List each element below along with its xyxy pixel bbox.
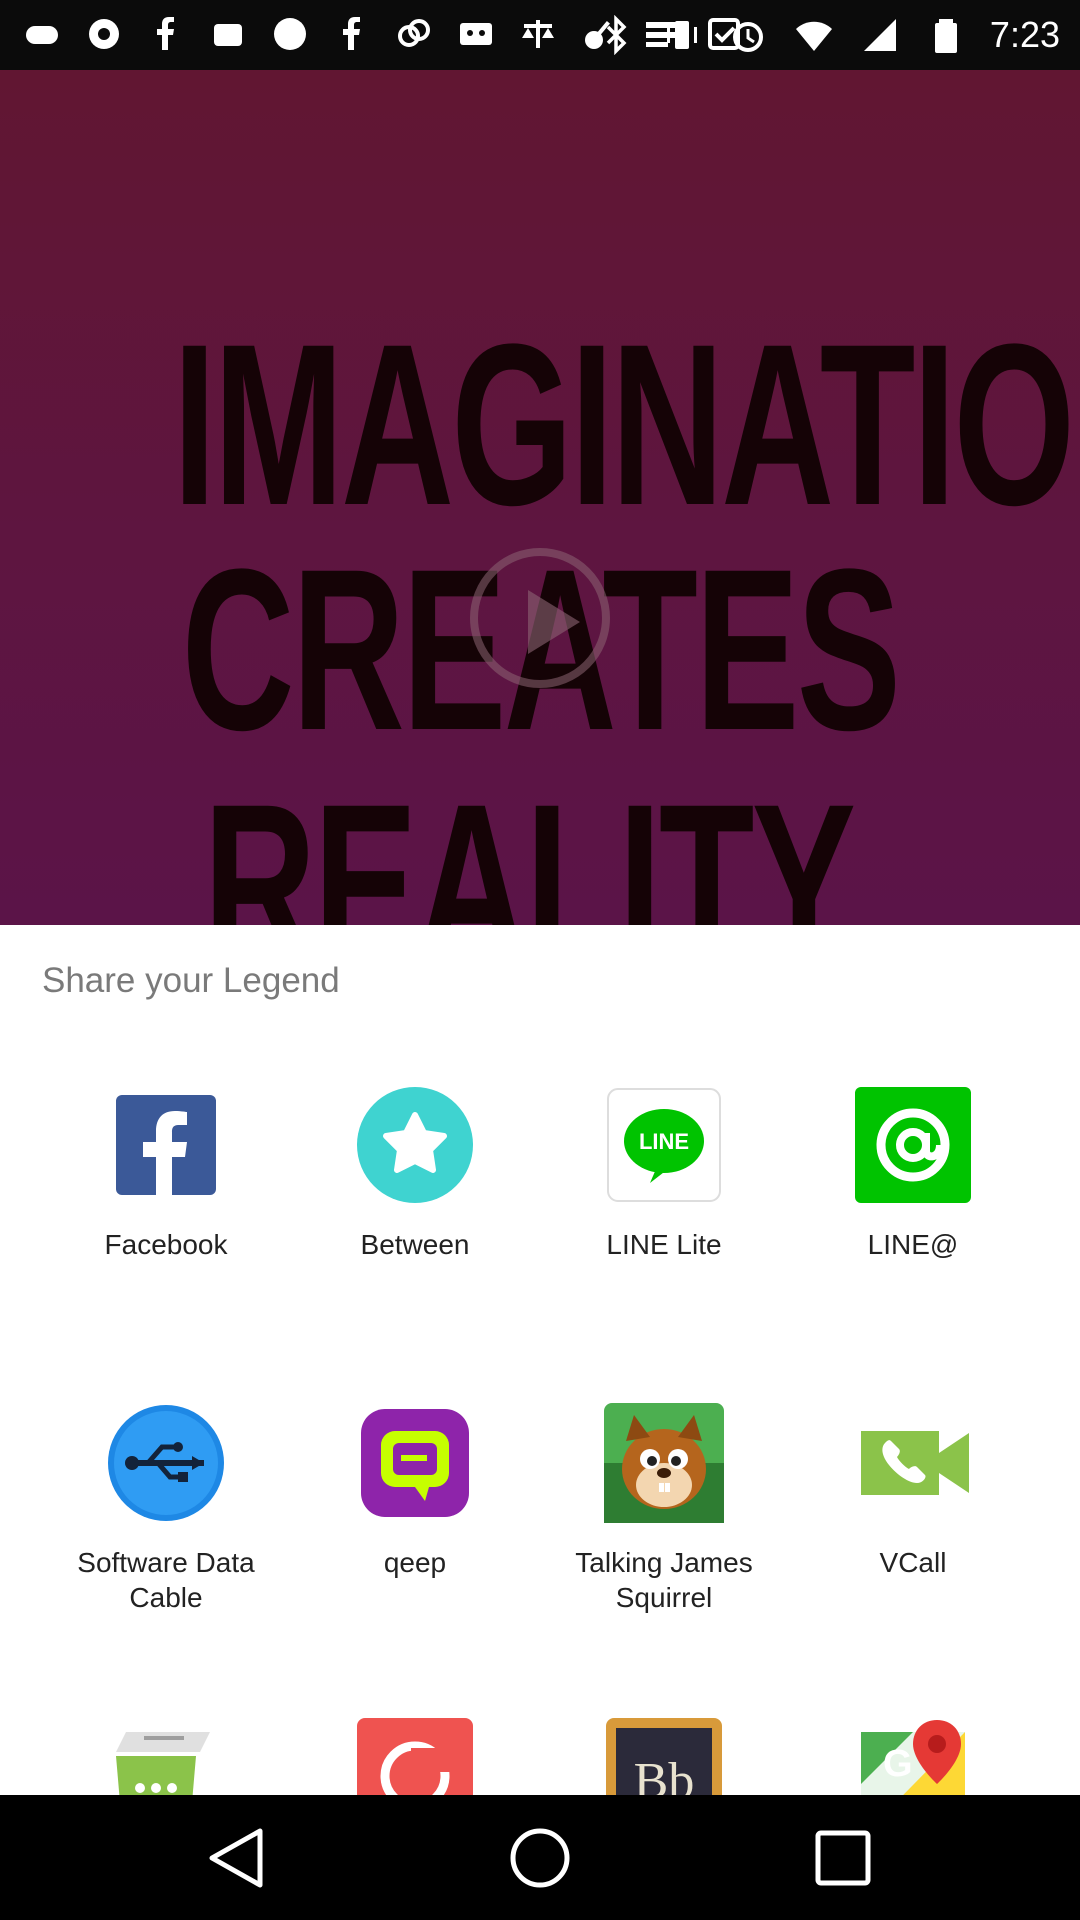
game-controller-icon xyxy=(20,14,64,54)
svg-text:LINE: LINE xyxy=(639,1129,689,1154)
cassette-icon xyxy=(454,14,498,54)
share-target-vcall[interactable]: VCall xyxy=(798,1403,1028,1580)
system-icons: 7:23 xyxy=(594,8,1060,62)
bluetooth-icon xyxy=(594,15,638,55)
back-icon[interactable] xyxy=(202,1825,272,1891)
recents-icon[interactable] xyxy=(808,1825,878,1891)
facebook-icon xyxy=(330,14,374,54)
steam-icon xyxy=(82,14,126,54)
app-label: Between xyxy=(360,1229,470,1260)
app-label: Talking James Squirrel xyxy=(575,1547,753,1613)
share-target-bb[interactable]: Bb xyxy=(549,1718,779,1795)
share-target-talking-james-squirrel[interactable]: Talking James Squirrel xyxy=(549,1403,779,1615)
qeep-icon xyxy=(355,1403,475,1523)
app-label: Facebook xyxy=(104,1229,228,1260)
signal-icon xyxy=(858,15,902,55)
clock: 7:23 xyxy=(989,14,1060,55)
app-label: qeep xyxy=(383,1547,447,1578)
poster-line: IMAGINATION xyxy=(172,296,1080,553)
share-target-between[interactable]: Between xyxy=(300,1085,530,1262)
vcall-icon xyxy=(853,1403,973,1523)
share-target-qeep[interactable]: qeep xyxy=(300,1403,530,1580)
facebook-icon xyxy=(106,1085,226,1205)
share-target-messaging[interactable] xyxy=(51,1718,281,1795)
home-icon[interactable] xyxy=(505,1825,575,1891)
share-target-line-lite[interactable]: LINE LINE Lite xyxy=(549,1085,779,1262)
vibrate-icon xyxy=(660,15,704,55)
app-red-icon xyxy=(355,1718,475,1795)
squirrel-icon xyxy=(604,1403,724,1523)
messaging-icon xyxy=(106,1718,226,1795)
phone-icon xyxy=(206,14,250,54)
share-target-line-at[interactable]: LINE@ xyxy=(798,1085,1028,1262)
line-lite-icon: LINE xyxy=(604,1085,724,1205)
link-icon xyxy=(392,14,436,54)
svg-text:G: G xyxy=(883,1743,913,1785)
share-target-app-red[interactable] xyxy=(300,1718,530,1795)
share-target-maps[interactable]: G xyxy=(798,1718,1028,1795)
wifi-icon xyxy=(792,15,836,55)
navigation-bar xyxy=(0,1795,1080,1920)
scale-icon xyxy=(516,14,560,54)
share-target-facebook[interactable]: Facebook xyxy=(51,1085,281,1262)
between-icon xyxy=(355,1085,475,1205)
app-label: VCall xyxy=(879,1547,947,1578)
share-sheet-title: Share your Legend xyxy=(42,961,340,1000)
status-bar: 7:23 xyxy=(0,0,1080,70)
app-label: LINE Lite xyxy=(606,1229,722,1260)
bb-icon: Bb xyxy=(604,1718,724,1795)
app-label: Software Data Cable xyxy=(77,1547,255,1613)
line-at-icon xyxy=(853,1085,973,1205)
video-preview[interactable]: IMAGINATION CREATES REALITY. xyxy=(0,70,1080,925)
usa-today-icon xyxy=(268,14,312,54)
maps-icon: G xyxy=(853,1718,973,1795)
alarm-icon xyxy=(726,15,770,55)
svg-text:Bb: Bb xyxy=(634,1753,695,1795)
facebook-icon xyxy=(144,14,188,54)
share-sheet: Share your Legend Facebook Between LINE xyxy=(0,925,1080,1795)
usb-icon xyxy=(106,1403,226,1523)
app-label: LINE@ xyxy=(867,1229,959,1260)
play-icon[interactable] xyxy=(470,548,610,688)
poster-line: REALITY. xyxy=(203,756,879,926)
share-target-software-data-cable[interactable]: Software Data Cable xyxy=(51,1403,281,1615)
battery-icon xyxy=(924,15,968,55)
